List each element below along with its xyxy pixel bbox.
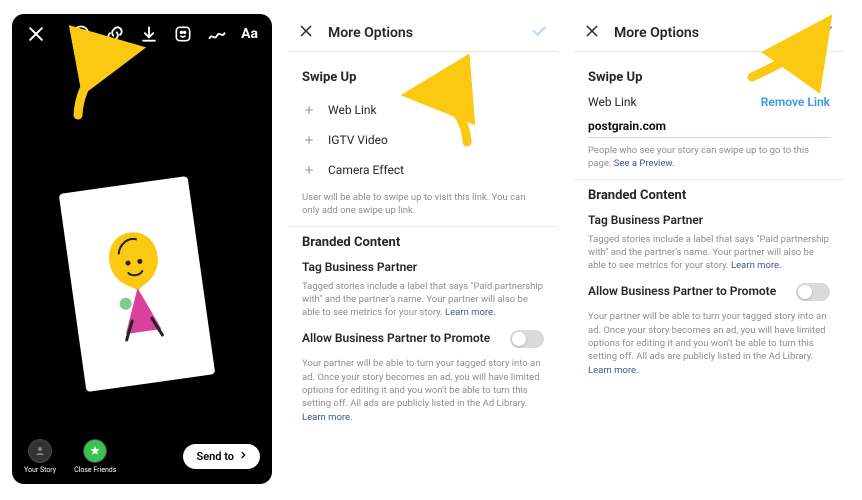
face-icon[interactable] — [71, 24, 91, 44]
send-to-label: Send to — [197, 450, 235, 463]
story-editor-screen: Aa Your Story — [12, 14, 272, 484]
download-icon[interactable] — [139, 24, 159, 44]
panel-title: More Options — [328, 25, 413, 41]
character-illustration — [89, 217, 185, 351]
panel-header: More Options — [288, 14, 558, 52]
option-label: IGTV Video — [328, 133, 388, 147]
tag-partner-heading: Tag Business Partner — [588, 213, 830, 227]
allow-promote-help: Your partner will be able to turn your t… — [302, 357, 544, 423]
weblink-input[interactable]: postgrain.com — [588, 117, 830, 138]
branded-content-heading: Branded Content — [302, 235, 544, 250]
confirm-icon[interactable] — [816, 22, 834, 43]
option-label: Web Link — [328, 103, 377, 117]
allow-promote-heading: Allow Business Partner to Promote — [302, 331, 490, 345]
swipe-up-camera-effect[interactable]: Camera Effect — [302, 155, 544, 185]
swipe-up-help: User will be able to swipe up to visit t… — [302, 191, 544, 218]
tag-partner-help: Tagged stories include a label that says… — [302, 280, 544, 320]
draw-icon[interactable] — [207, 24, 227, 44]
swipe-up-weblink[interactable]: Web Link — [302, 95, 544, 125]
divider — [288, 226, 558, 227]
share-tray: Your Story Close Friends Send to — [12, 439, 272, 474]
allow-promote-heading: Allow Business Partner to Promote — [588, 284, 776, 298]
learn-more-link[interactable]: Learn more. — [302, 412, 353, 423]
sticker-icon[interactable] — [173, 24, 193, 44]
confirm-icon[interactable] — [530, 22, 548, 43]
branded-content-heading: Branded Content — [588, 188, 830, 203]
panel-title: More Options — [614, 25, 699, 41]
close-friends-label: Close Friends — [74, 466, 116, 474]
avatar-icon — [28, 439, 52, 463]
learn-more-link[interactable]: Learn more. — [731, 260, 782, 271]
chevron-right-icon — [238, 450, 248, 463]
tag-partner-heading: Tag Business Partner — [302, 260, 544, 274]
weblink-label: Web Link — [588, 95, 637, 109]
your-story-label: Your Story — [24, 466, 56, 474]
see-preview-link[interactable]: See a Preview. — [614, 158, 675, 169]
send-to-button[interactable]: Send to — [183, 444, 261, 469]
option-label: Camera Effect — [328, 163, 404, 177]
more-options-panel-linked: More Options Swipe Up Web Link Remove Li… — [574, 14, 844, 484]
learn-more-link[interactable]: Learn more. — [588, 365, 639, 376]
plus-icon — [302, 103, 316, 117]
allow-promote-toggle[interactable] — [796, 283, 830, 301]
swipe-up-heading: Swipe Up — [302, 70, 544, 85]
preview-help: People who see your story can swipe up t… — [588, 144, 830, 171]
close-friends-button[interactable]: Close Friends — [74, 439, 116, 474]
remove-link-button[interactable]: Remove Link — [761, 95, 830, 109]
more-options-panel-choose: More Options Swipe Up Web Link IGTV Vide… — [288, 14, 558, 484]
text-icon[interactable]: Aa — [241, 24, 258, 44]
allow-promote-help: Your partner will be able to turn your t… — [588, 310, 830, 376]
plus-icon — [302, 163, 316, 177]
learn-more-link[interactable]: Learn more. — [445, 307, 496, 318]
close-icon[interactable] — [584, 23, 600, 42]
allow-promote-toggle[interactable] — [510, 330, 544, 348]
story-canvas[interactable] — [59, 176, 216, 392]
your-story-button[interactable]: Your Story — [24, 439, 56, 474]
panel-header: More Options — [574, 14, 844, 52]
close-icon[interactable] — [298, 23, 314, 42]
plus-icon — [302, 133, 316, 147]
swipe-up-heading: Swipe Up — [588, 70, 830, 85]
tag-partner-help: Tagged stories include a label that says… — [588, 233, 830, 273]
close-icon[interactable] — [26, 24, 46, 44]
swipe-up-igtv[interactable]: IGTV Video — [302, 125, 544, 155]
divider — [574, 179, 844, 180]
editor-toolbar: Aa — [12, 14, 272, 50]
link-icon[interactable] — [105, 24, 125, 44]
star-icon — [83, 439, 107, 463]
